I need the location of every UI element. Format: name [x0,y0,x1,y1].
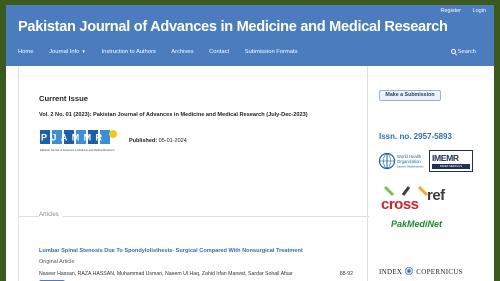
crossref-logo[interactable]: cross ref [379,183,459,215]
login-link[interactable]: Login [473,8,486,14]
crossref-text-ref: ref [427,187,446,204]
article-authors: Naseer Hassan, RAZA HASSAN, Muhammad Usm… [39,271,293,277]
issue-title: Vol. 2 No. 01 (2023): Pakistan Journal o… [39,112,308,118]
imemr-title: IMEMR [432,153,459,163]
nav-archives[interactable]: Archives [171,49,193,55]
journal-logo-tagline: Pakistan Journal of Advances in Medicine… [40,148,115,152]
published-label: Published: [129,138,158,144]
published-value: 05-01-2024 [158,138,187,144]
articles-divider [19,216,369,217]
article-pages: 88-92 [339,271,353,277]
make-submission-button[interactable]: Make a Submission [379,90,441,101]
imemr-subtitle: INDEX MEDICUS [432,164,470,169]
who-text-2: Organization [397,159,421,164]
issn-number: Issn. no. 2957-5893 [379,132,452,141]
imemr-logo[interactable]: IMEMR INDEX MEDICUS [429,150,473,172]
journal-logo-text: PJAMMR [41,133,106,143]
index-copernicus-left: INDEX [379,268,403,276]
article-title-link[interactable]: Lumbar Spinal Stenosis Due To Spondyloli… [39,248,303,254]
nav-contact[interactable]: Contact [209,49,229,55]
nav-journal-info[interactable]: Journal Info ▼ [49,49,86,55]
published-date: Published: 05-01-2024 [129,138,187,144]
nav-journal-info-label: Journal Info [49,49,80,55]
who-emro-logo[interactable]: World Health Organization Eastern Medite… [379,151,425,171]
sidebar: Make a Submission Issn. no. 2957-5893 Wo… [369,66,494,281]
copernicus-icon [405,267,414,275]
search-label: Search [457,49,476,55]
who-text-3: Eastern Mediterranean [397,165,424,169]
search-link[interactable]: Search [450,49,476,55]
articles-heading: Articles [39,212,63,218]
utility-links: Register Login [431,8,486,14]
index-copernicus-logo[interactable]: INDEX COPERNICUS [379,267,463,276]
site-header: Register Login Pakistan Journal of Advan… [6,5,494,66]
nav-submission-formats[interactable]: Submission Formats [245,49,298,55]
chevron-down-icon: ▼ [81,49,86,54]
page-frame: Register Login Pakistan Journal of Advan… [6,5,494,281]
main-content: Current Issue Vol. 2 No. 01 (2023): Paki… [18,66,369,281]
nav-home[interactable]: Home [18,49,33,55]
crossref-text-cross: cross [381,196,419,213]
site-title[interactable]: Pakistan Journal of Advances in Medicine… [18,19,448,35]
page-title: Current Issue [39,94,88,103]
pakmedinet-logo[interactable]: PakMediNet [391,219,442,229]
search-icon [450,49,456,54]
article-type: Original Article [39,259,75,265]
register-link[interactable]: Register [441,8,461,14]
nav-instruction-to-authors[interactable]: Instruction to Authors [101,49,155,55]
index-copernicus-right: COPERNICUS [416,268,463,276]
journal-logo[interactable]: PJAMMR Pakistan Journal of Advances in M… [39,128,119,156]
main-nav: Home Journal Info ▼ Instruction to Author… [18,49,312,55]
